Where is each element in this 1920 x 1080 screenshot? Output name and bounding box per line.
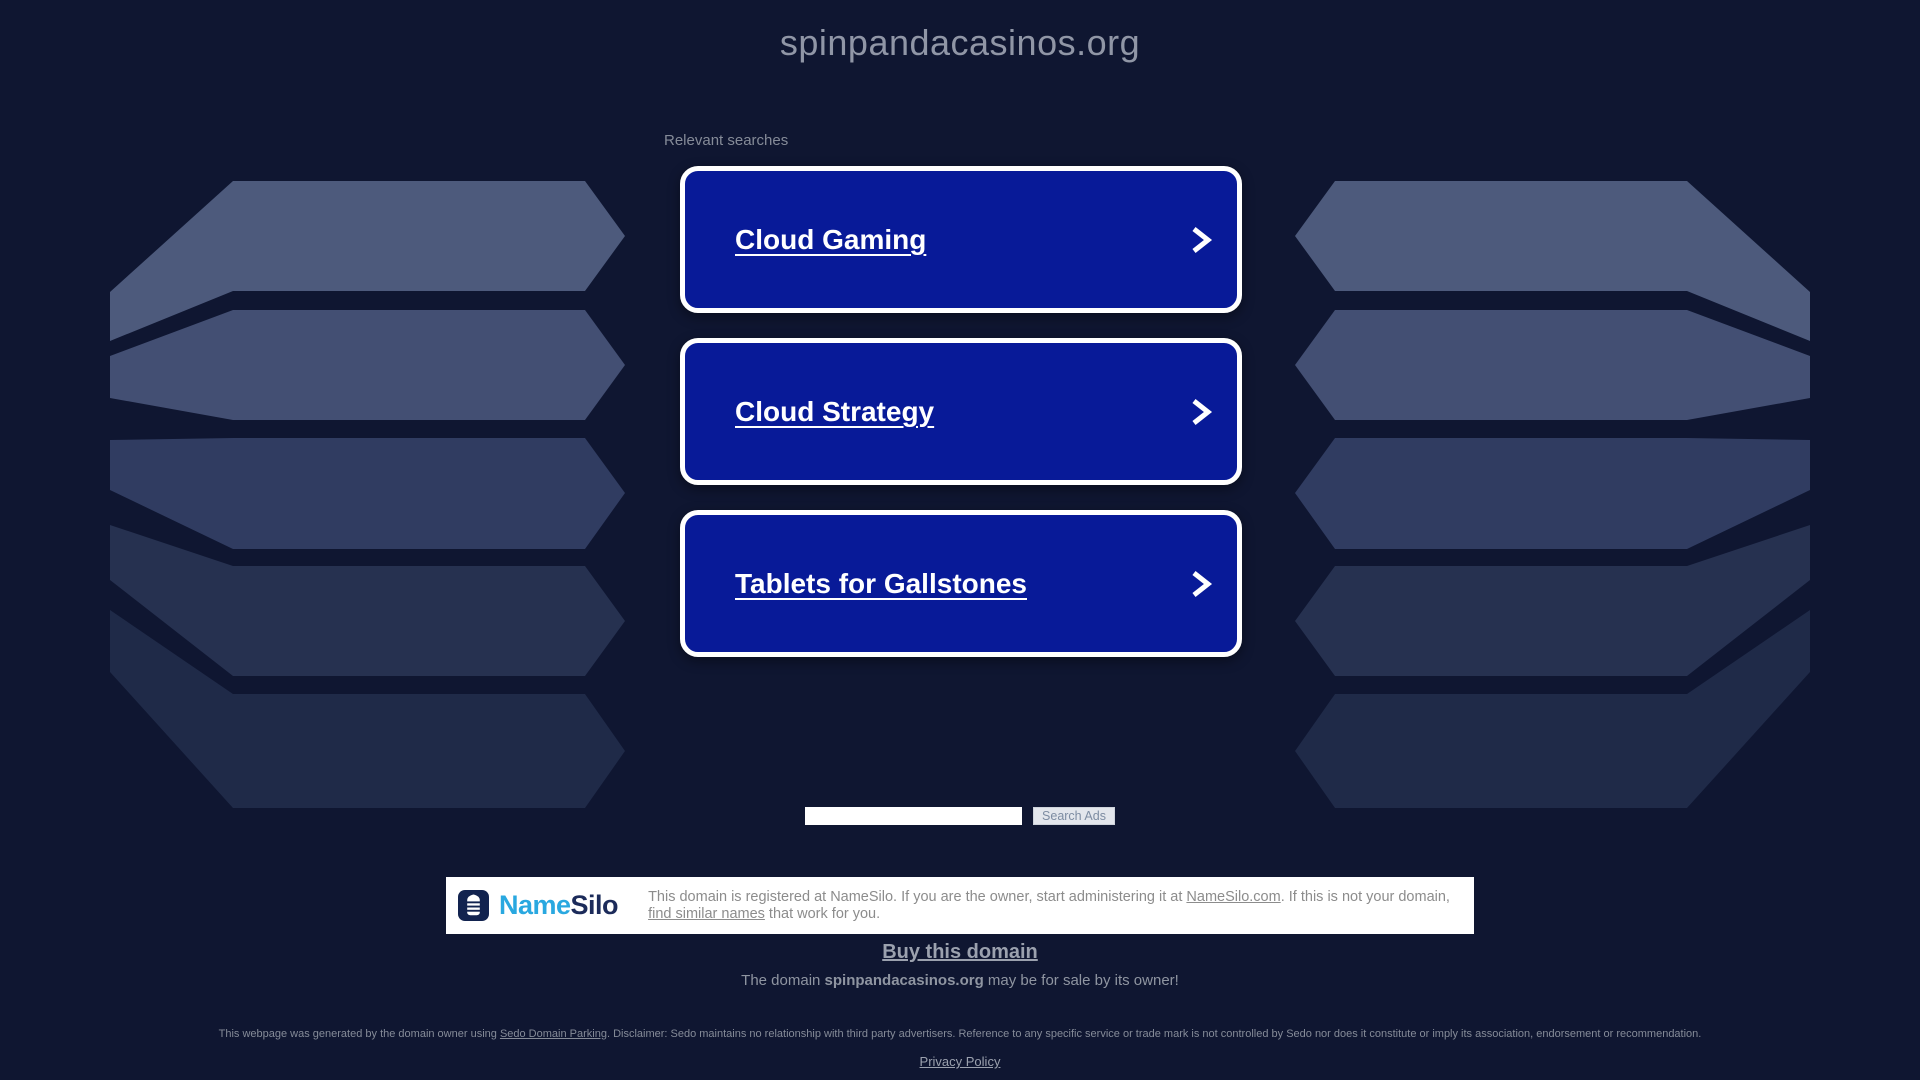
decor-band xyxy=(110,438,625,549)
disclaimer-text: This webpage was generated by the domain… xyxy=(219,1028,500,1040)
page-title: spinpandacasinos.org xyxy=(0,22,1920,64)
buy-domain-row: Buy this domain xyxy=(0,941,1920,964)
namesilo-wordmark-name: Name xyxy=(499,890,571,920)
related-link[interactable]: Tablets for Gallstones xyxy=(735,568,1027,600)
decor-fan-right xyxy=(1295,181,1810,808)
chevron-right-icon xyxy=(1183,223,1215,257)
buy-this-domain-link[interactable]: Buy this domain xyxy=(882,941,1038,963)
registrar-banner: NameSilo This domain is registered at Na… xyxy=(446,877,1474,934)
related-link[interactable]: Cloud Gaming xyxy=(735,224,926,256)
for-sale-text: The domain xyxy=(741,972,824,989)
namesilo-wordmark-silo: Silo xyxy=(571,890,619,920)
related-link-card[interactable]: Tablets for Gallstones xyxy=(680,510,1242,657)
search-ads-bar: Search Ads xyxy=(0,807,1920,825)
related-link-card[interactable]: Cloud Strategy xyxy=(680,338,1242,485)
disclaimer-text: . Disclaimer: Sedo maintains no relation… xyxy=(607,1028,1701,1040)
privacy-row: Privacy Policy xyxy=(0,1053,1920,1071)
registrar-message-text: . If this is not your domain, xyxy=(1281,889,1450,905)
chevron-right-icon xyxy=(1183,395,1215,429)
related-link-card[interactable]: Cloud Gaming xyxy=(680,166,1242,313)
sedo-disclaimer: This webpage was generated by the domain… xyxy=(0,1028,1920,1040)
for-sale-text: may be for sale by its owner! xyxy=(984,972,1179,989)
for-sale-domain: spinpandacasinos.org xyxy=(825,972,984,989)
chevron-right-icon xyxy=(1183,567,1215,601)
privacy-policy-link[interactable]: Privacy Policy xyxy=(920,1054,1001,1069)
related-links-list: Cloud Gaming Cloud Strategy Tablets for … xyxy=(680,166,1242,657)
registrar-message: This domain is registered at NameSilo. I… xyxy=(648,889,1450,923)
find-similar-names-link[interactable]: find similar names xyxy=(648,906,765,922)
search-ads-button[interactable]: Search Ads xyxy=(1033,807,1115,825)
namesilo-logo[interactable]: NameSilo xyxy=(458,890,618,921)
registrar-message-text: that work for you. xyxy=(765,906,880,922)
decor-band xyxy=(110,310,625,420)
namesilo-wordmark: NameSilo xyxy=(499,890,618,921)
sedo-domain-parking-link[interactable]: Sedo Domain Parking xyxy=(500,1028,607,1040)
relevant-searches-label: Relevant searches xyxy=(664,132,788,149)
search-input[interactable] xyxy=(805,807,1022,825)
namesilo-com-link[interactable]: NameSilo.com xyxy=(1186,889,1280,905)
registrar-message-line2: find similar names that work for you. xyxy=(648,906,1450,923)
registrar-message-text: This domain is registered at NameSilo. I… xyxy=(648,889,1186,905)
related-link[interactable]: Cloud Strategy xyxy=(735,396,934,428)
for-sale-line: The domain spinpandacasinos.org may be f… xyxy=(0,972,1920,989)
decor-fan-left xyxy=(110,181,625,808)
registrar-message-line1: This domain is registered at NameSilo. I… xyxy=(648,889,1450,906)
namesilo-silo-icon xyxy=(458,890,489,921)
